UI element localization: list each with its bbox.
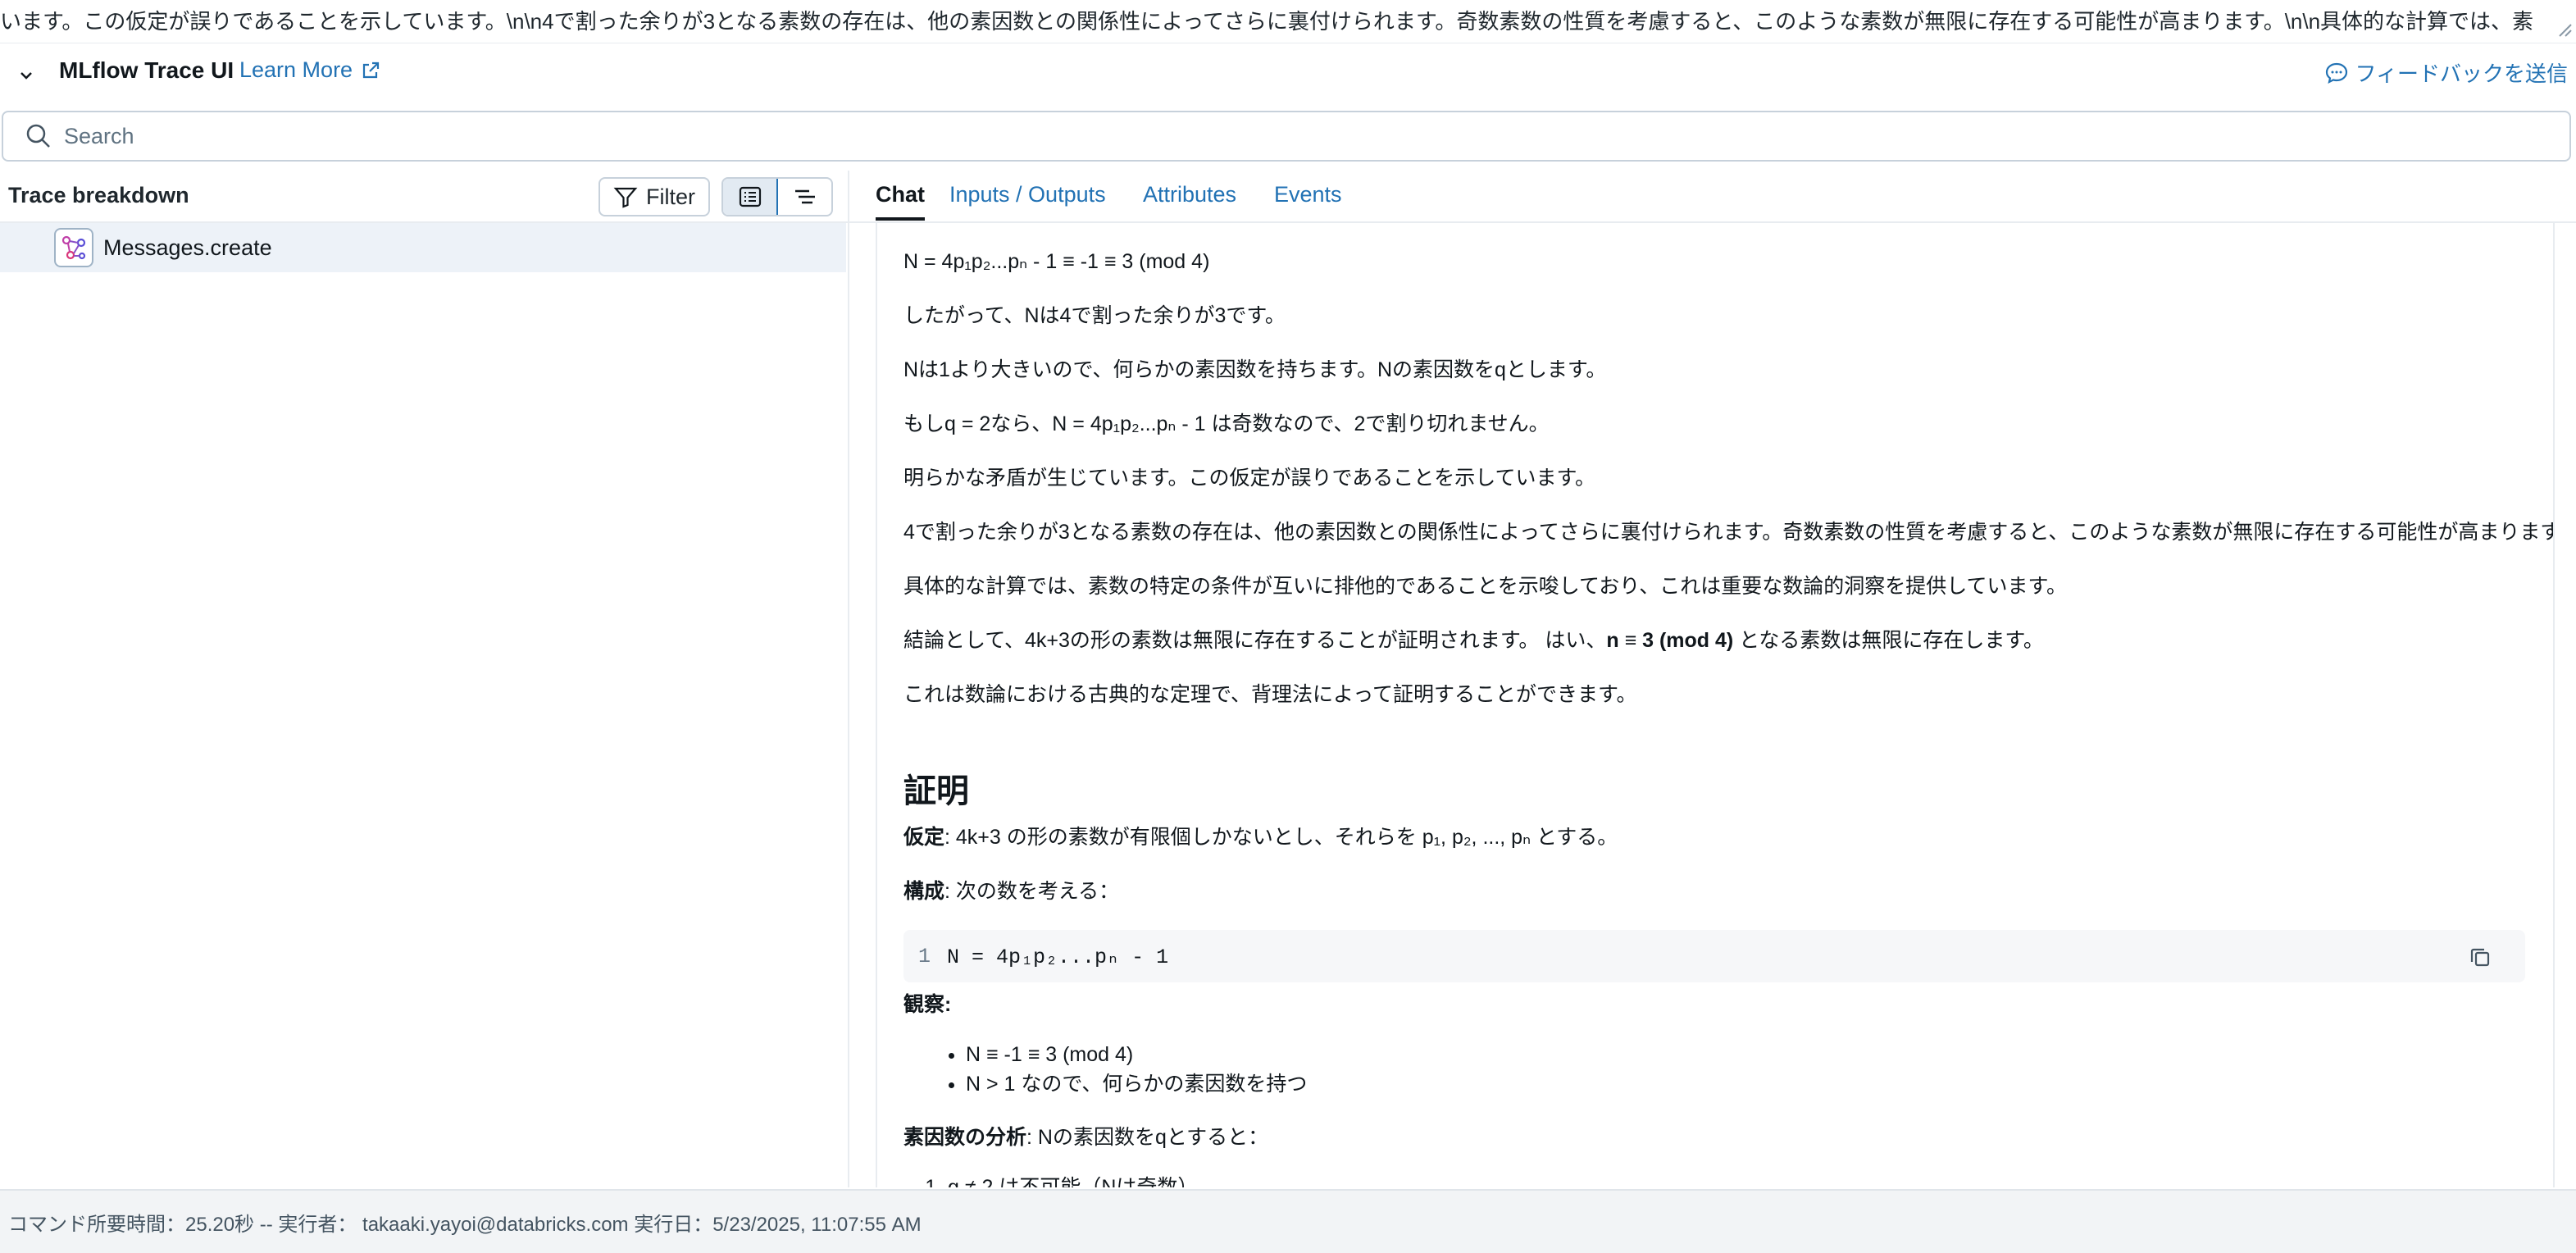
span-name: Messages.create bbox=[103, 235, 272, 260]
conclusion-emphasis: n ≡ 3 (mod 4) bbox=[1606, 629, 1734, 652]
search-bar bbox=[2, 111, 2571, 162]
assumption-paragraph: 仮定: 4k+3 の形の素数が有限個しかないとし、それらを p₁, p₂, ..… bbox=[903, 823, 1618, 851]
factor-text: : Nの素因数をqとすると： bbox=[1026, 1126, 1269, 1149]
copy-icon[interactable] bbox=[2468, 945, 2492, 969]
span-detail-panel: Chat Inputs / Outputs Attributes Events … bbox=[849, 171, 2576, 1187]
message-paragraph: したがって、Nは4で割った余りが3です。 bbox=[903, 304, 1286, 327]
construction-paragraph: 構成: 次の数を考える： bbox=[903, 877, 1119, 905]
observation-label: 観察: bbox=[903, 991, 951, 1018]
detail-tabs: Chat Inputs / Outputs Attributes Events bbox=[849, 171, 2576, 223]
assumption-text: : 4k+3 の形の素数が有限個しかないとし、それらを p₁, p₂, ...,… bbox=[944, 826, 1618, 849]
code-line: N = 4p₁p₂...pₙ - 1 bbox=[947, 945, 1169, 969]
chevron-down-icon[interactable] bbox=[16, 66, 36, 85]
list-item: N ≡ -1 ≡ 3 (mod 4) bbox=[966, 1040, 1307, 1069]
factor-label: 素因数の分析 bbox=[903, 1126, 1027, 1149]
llm-span-icon bbox=[54, 228, 93, 267]
list-view-icon bbox=[739, 186, 761, 207]
message-paragraph: N = 4p₁p₂...pₙ - 1 ≡ -1 ≡ 3 (mod 4) bbox=[903, 250, 1210, 273]
conclusion-prefix: 結論として、4k+3の形の素数は無限に存在することが証明されます。 はい、 bbox=[903, 629, 1607, 652]
tab-events[interactable]: Events bbox=[1274, 182, 1342, 217]
view-mode-toggle bbox=[721, 177, 833, 216]
timeline-icon bbox=[794, 189, 815, 204]
filter-button[interactable]: Filter bbox=[598, 177, 710, 216]
span-row[interactable]: Messages.create bbox=[0, 223, 846, 272]
chat-bubble-icon bbox=[2325, 62, 2347, 84]
list-item: N > 1 なので、何らかの素因数を持つ bbox=[966, 1069, 1307, 1099]
trace-breakdown-panel: Trace breakdown Filter Messages.create bbox=[0, 171, 849, 1187]
factor-list: q ≠ 2 は不可能（Nは奇数） bbox=[903, 1173, 1198, 1187]
observation-label-text: 観察: bbox=[903, 993, 952, 1016]
conclusion-suffix: となる素数は無限に存在します。 bbox=[1733, 629, 2044, 652]
factor-paragraph: 素因数の分析: Nの素因数をqとすると： bbox=[903, 1123, 1268, 1151]
observation-list: N ≡ -1 ≡ 3 (mod 4) N > 1 なので、何らかの素因数を持つ bbox=[903, 1040, 1307, 1099]
construction-label: 構成 bbox=[903, 880, 945, 903]
construction-text: : 次の数を考える： bbox=[944, 880, 1120, 903]
truncated-output-text: います。この仮定が誤りであることを示しています。\n\n4で割った余りが3となる… bbox=[0, 0, 2576, 43]
proof-heading: 証明 bbox=[903, 773, 969, 809]
list-item: q ≠ 2 は不可能（Nは奇数） bbox=[948, 1173, 1198, 1187]
code-line-number: 1 bbox=[918, 944, 931, 968]
search-input[interactable] bbox=[62, 122, 2525, 150]
closing-paragraph: これは数論における古典的な定理で、背理法によって証明することができます。 bbox=[903, 683, 1637, 706]
app-title: MLflow Trace UI bbox=[59, 57, 234, 83]
trace-ui-header: MLflow Trace UI Learn More フィードバックを送信 bbox=[0, 43, 2576, 105]
message-paragraph: もしq = 2なら、N = 4p₁p₂...pₙ - 1 は奇数なので、2で割り… bbox=[903, 412, 1550, 435]
learn-more-label: Learn More bbox=[239, 57, 353, 82]
feedback-link[interactable]: フィードバックを送信 bbox=[2324, 57, 2568, 88]
message-paragraph: 明らかな矛盾が生じています。この仮定が誤りであることを示しています。 bbox=[903, 467, 1596, 490]
trace-breakdown-header: Trace breakdown Filter bbox=[0, 171, 848, 223]
code-block: 1 N = 4p₁p₂...pₙ - 1 bbox=[903, 930, 2525, 982]
message-paragraph: 具体的な計算では、素数の特定の条件が互いに排他的であることを示唆しており、これは… bbox=[903, 575, 2068, 598]
command-status-text: コマンド所要時間：25.20秒 -- 実行者： takaaki.yayoi@da… bbox=[8, 1213, 922, 1236]
search-icon bbox=[26, 124, 50, 148]
status-bar: コマンド所要時間：25.20秒 -- 実行者： takaaki.yayoi@da… bbox=[0, 1189, 2576, 1253]
message-paragraph: Nは1より大きいので、何らかの素因数を持ちます。Nの素因数をqとします。 bbox=[903, 358, 1607, 381]
tab-chat[interactable]: Chat bbox=[876, 182, 925, 221]
conclusion-paragraph: 結論として、4k+3の形の素数は無限に存在することが証明されます。 はい、n ≡… bbox=[903, 626, 2044, 654]
tab-inputs-outputs[interactable]: Inputs / Outputs bbox=[949, 182, 1106, 217]
external-link-icon bbox=[362, 62, 380, 78]
chat-message-content[interactable]: N = 4p₁p₂...pₙ - 1 ≡ -1 ≡ 3 (mod 4) したがっ… bbox=[876, 223, 2555, 1187]
assumption-label: 仮定 bbox=[903, 826, 945, 849]
tab-attributes[interactable]: Attributes bbox=[1143, 182, 1236, 217]
resize-handle-icon[interactable] bbox=[2556, 21, 2573, 38]
trace-breakdown-title: Trace breakdown bbox=[8, 183, 189, 207]
timeline-view-button[interactable] bbox=[778, 179, 831, 215]
message-paragraph: 4で割った余りが3となる素数の存在は、他の素因数との関係性によってさらに裏付けら… bbox=[903, 521, 2555, 544]
feedback-label: フィードバックを送信 bbox=[2355, 62, 2568, 86]
tree-view-button[interactable] bbox=[723, 179, 778, 215]
filter-label: Filter bbox=[646, 184, 695, 209]
learn-more-link[interactable]: Learn More bbox=[239, 57, 380, 83]
filter-icon bbox=[613, 187, 638, 208]
